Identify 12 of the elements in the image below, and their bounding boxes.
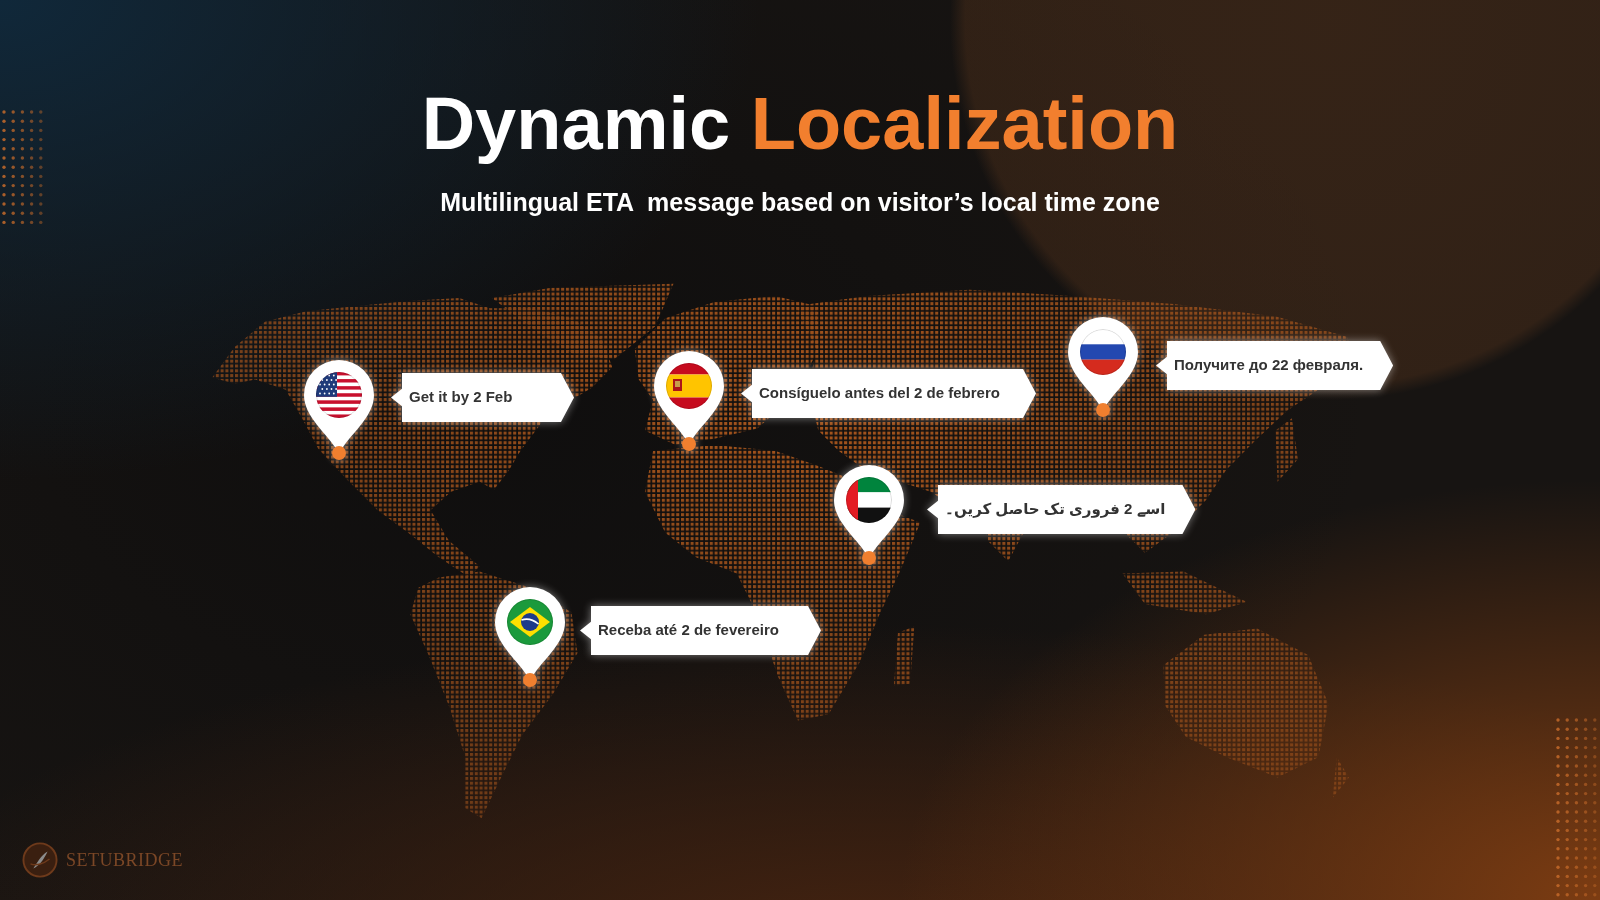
logo-icon [22, 842, 58, 878]
us-flag-icon [316, 372, 362, 418]
message-bubble: Получите до 22 февраля. [1156, 341, 1394, 390]
spain-flag-icon [666, 363, 712, 409]
message-bubble: Receba até 2 de fevereiro [580, 606, 821, 655]
message-bubble: Consíguelo antes del 2 de febrero [741, 369, 1036, 418]
page-subtitle: Multilingual ETA message based on visitor’s local time zone [440, 190, 1160, 215]
logo-text: SETUBRIDGE [66, 851, 183, 869]
message-bubble: Get it by 2 Feb [391, 373, 574, 422]
uae-flag-icon [846, 477, 892, 523]
russia-flag-icon [1080, 329, 1126, 375]
message-bubble: اسے 2 فروری تک حاصل کریں۔ [927, 485, 1196, 534]
